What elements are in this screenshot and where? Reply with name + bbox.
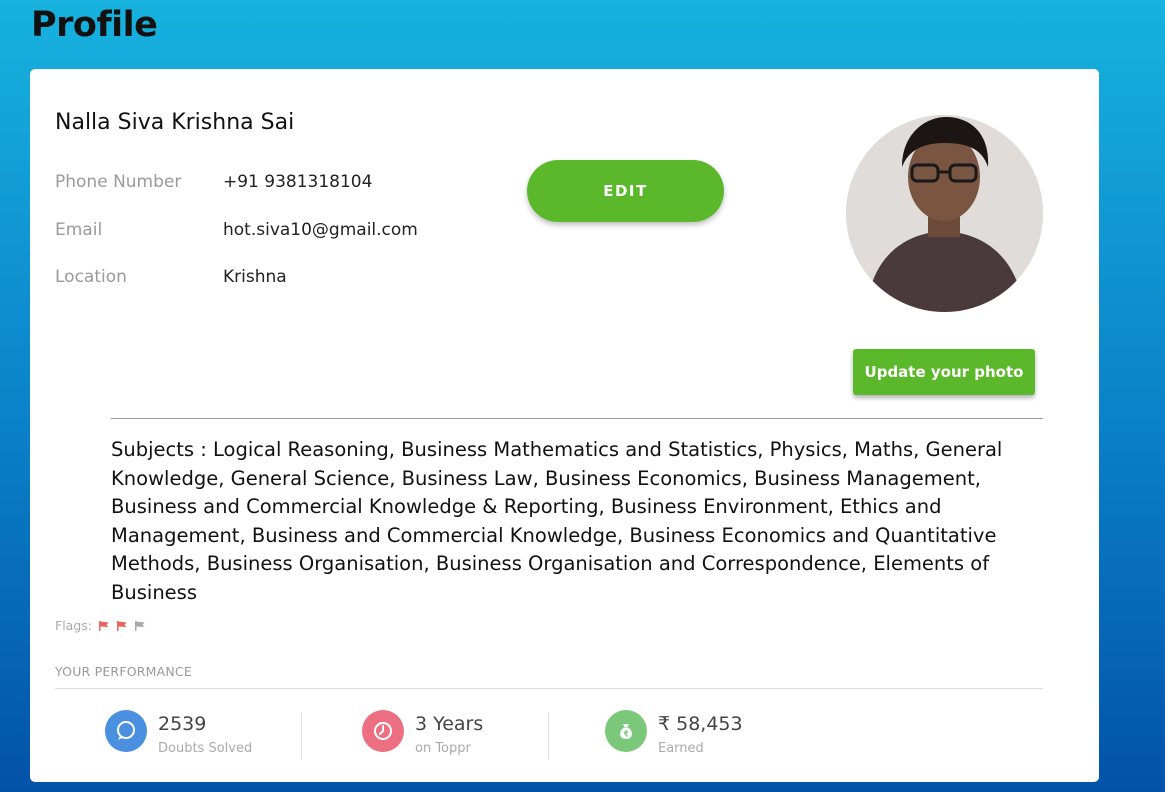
- avatar: [846, 115, 1043, 312]
- money-bag-icon: ₹: [605, 710, 647, 752]
- flag-icon: [98, 620, 109, 631]
- avatar-photo: [846, 115, 1043, 312]
- stat-separator: [301, 712, 302, 760]
- subjects-text: Subjects : Logical Reasoning, Business M…: [111, 438, 1003, 604]
- performance-divider: [55, 688, 1043, 689]
- phone-value: +91 9381318104: [223, 172, 373, 192]
- email-value: hot.siva10@gmail.com: [223, 220, 418, 240]
- stat-label: Earned: [658, 741, 704, 756]
- stat-value: ₹ 58,453: [658, 713, 743, 735]
- profile-card: Nalla Siva Krishna Sai Phone Number +91 …: [30, 69, 1099, 782]
- location-label: Location: [55, 267, 127, 287]
- phone-label: Phone Number: [55, 172, 182, 192]
- stat-value: 2539: [158, 713, 207, 735]
- update-photo-button[interactable]: Update your photo: [853, 349, 1035, 395]
- edit-button[interactable]: EDIT: [527, 160, 724, 222]
- svg-text:₹: ₹: [623, 730, 629, 739]
- flags-row: Flags:: [55, 618, 146, 633]
- stat-label: Doubts Solved: [158, 741, 253, 756]
- profile-name: Nalla Siva Krishna Sai: [55, 110, 295, 135]
- stat-label: on Toppr: [415, 741, 471, 756]
- flags-label: Flags:: [55, 618, 92, 633]
- stat-separator: [548, 712, 549, 760]
- clock-icon: [362, 710, 404, 752]
- performance-title: YOUR PERFORMANCE: [55, 664, 192, 679]
- flag-icon: [116, 620, 127, 631]
- stat-value: 3 Years: [415, 713, 484, 735]
- section-divider: [111, 418, 1043, 419]
- location-value: Krishna: [223, 267, 287, 287]
- page-title: Profile: [31, 5, 158, 45]
- flag-icon: [134, 620, 145, 631]
- chat-bubble-icon: [105, 710, 147, 752]
- email-label: Email: [55, 220, 103, 240]
